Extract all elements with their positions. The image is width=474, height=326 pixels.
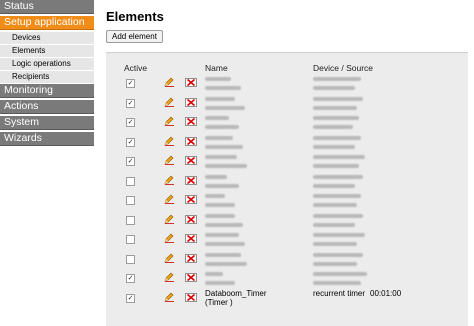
element-source <box>313 74 423 92</box>
delete-x-icon[interactable] <box>185 97 197 107</box>
element-name <box>205 133 275 151</box>
table-row: ✓ <box>106 132 468 152</box>
element-source <box>313 113 423 131</box>
delete-x-icon[interactable] <box>185 136 197 146</box>
table-row <box>106 249 468 269</box>
delete-x-icon[interactable] <box>185 195 197 204</box>
pencil-icon[interactable] <box>164 77 175 87</box>
pencil-icon[interactable] <box>164 116 175 126</box>
element-name <box>205 94 275 112</box>
active-checkbox[interactable]: ✓ <box>126 157 135 166</box>
table-row: ✓ <box>106 268 468 288</box>
pencil-icon[interactable] <box>164 175 175 185</box>
nav-item-system[interactable]: System <box>0 116 94 130</box>
element-source <box>313 250 423 268</box>
element-name <box>205 250 275 268</box>
add-element-button[interactable]: Add element <box>106 30 163 43</box>
column-header-name: Name <box>205 63 228 73</box>
column-header-active: Active <box>124 63 148 73</box>
delete-x-icon[interactable] <box>185 214 197 224</box>
active-checkbox[interactable] <box>126 215 135 225</box>
active-checkbox[interactable]: ✓ <box>126 274 135 283</box>
element-name <box>205 113 275 131</box>
active-checkbox[interactable] <box>126 235 135 244</box>
element-name <box>205 211 275 229</box>
active-checkbox[interactable] <box>126 196 135 205</box>
nav-subitem-logic-operations[interactable]: Logic operations <box>0 58 94 70</box>
table-row: ✓ <box>106 93 468 113</box>
table-row: ✓ Databoom_Timer (Timer ) recurrent timer 0… <box>106 288 468 308</box>
pencil-icon[interactable] <box>164 253 175 263</box>
pencil-icon[interactable] <box>164 272 175 282</box>
nav-item-actions[interactable]: Actions <box>0 100 94 114</box>
element-source <box>313 94 423 112</box>
table-row: ✓ <box>106 112 468 132</box>
pencil-icon[interactable] <box>164 194 175 204</box>
element-source <box>313 152 423 170</box>
delete-x-icon[interactable] <box>185 273 197 282</box>
nav-subitem-recipients[interactable]: Recipients <box>0 71 94 83</box>
nav-item-wizards[interactable]: Wizards <box>0 132 94 146</box>
nav-item-monitoring[interactable]: Monitoring <box>0 84 94 98</box>
column-header-device: Device / Source <box>313 63 373 73</box>
nav-subitem-elements[interactable]: Elements <box>0 45 94 57</box>
delete-x-icon[interactable] <box>185 234 197 243</box>
element-source <box>313 133 423 151</box>
delete-x-icon[interactable] <box>185 117 197 126</box>
nav-item-setup-application[interactable]: Setup application <box>0 16 94 30</box>
pencil-icon[interactable] <box>164 214 175 224</box>
delete-x-icon[interactable] <box>185 156 197 165</box>
table-row <box>106 210 468 230</box>
nav-item-status[interactable]: Status <box>0 0 94 14</box>
delete-x-icon[interactable] <box>185 78 197 87</box>
element-name <box>205 269 275 287</box>
element-name <box>205 152 275 170</box>
element-source <box>313 230 423 248</box>
table-row: ✓ <box>106 151 468 171</box>
element-name: Databoom_Timer (Timer ) <box>205 288 267 307</box>
active-checkbox[interactable]: ✓ <box>126 98 135 108</box>
element-name <box>205 74 275 92</box>
element-name <box>205 172 275 190</box>
element-source: recurrent timer <box>313 288 366 298</box>
pencil-icon[interactable] <box>164 233 175 243</box>
table-body: ✓ ✓ ✓ ✓ ✓ ✓ ✓ Databoom_Timer (Timer ) recurrent … <box>106 73 468 307</box>
table-row <box>106 171 468 191</box>
element-source <box>313 191 423 209</box>
delete-x-icon[interactable] <box>185 253 197 263</box>
active-checkbox[interactable]: ✓ <box>126 293 135 303</box>
table-row: ✓ <box>106 73 468 93</box>
delete-x-icon[interactable] <box>185 292 197 302</box>
pencil-icon[interactable] <box>164 292 175 302</box>
delete-x-icon[interactable] <box>185 175 197 185</box>
sidebar: Status Setup application Devices Elements Lo… <box>0 0 94 148</box>
pencil-icon[interactable] <box>164 155 175 165</box>
active-checkbox[interactable]: ✓ <box>126 137 135 147</box>
pencil-icon[interactable] <box>164 136 175 146</box>
element-source <box>313 211 423 229</box>
element-value: 00:01:00 <box>370 288 402 298</box>
page-title: Elements <box>106 9 164 24</box>
active-checkbox[interactable]: ✓ <box>126 118 135 127</box>
pencil-icon[interactable] <box>164 97 175 107</box>
table-row <box>106 190 468 210</box>
active-checkbox[interactable] <box>126 254 135 264</box>
element-name <box>205 230 275 248</box>
element-name <box>205 191 275 209</box>
elements-table: Active Name Device / Source ✓ ✓ ✓ ✓ ✓ ✓ ✓ Datab… <box>106 52 468 326</box>
table-row <box>106 229 468 249</box>
nav-subitem-devices[interactable]: Devices <box>0 32 94 44</box>
active-checkbox[interactable] <box>126 176 135 186</box>
element-source <box>313 172 423 190</box>
active-checkbox[interactable]: ✓ <box>126 79 135 88</box>
element-source <box>313 269 423 287</box>
